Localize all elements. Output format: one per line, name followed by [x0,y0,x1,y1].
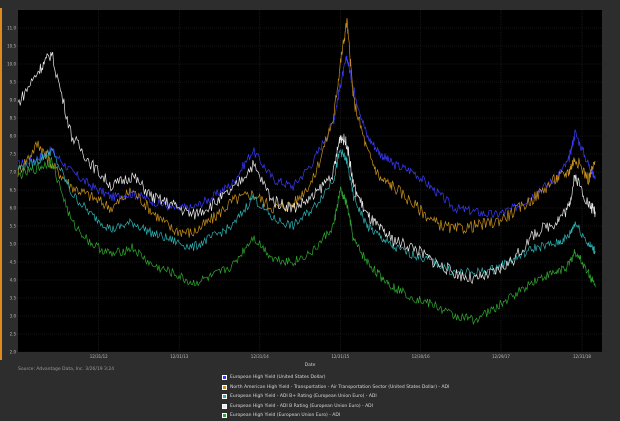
y-tick-label: 4.0 [10,278,17,283]
y-tick-label: 5.0 [10,242,17,247]
line-chart: 2.0 2.5 3.0 3.5 4.0 4.5 5.0 5.5 6.0 6.5 7.0 7.5 8.0 8… [7,10,602,359]
y-tick-label: 2.0 [10,350,17,355]
y-tick-label: 6.5 [10,188,17,193]
y-axis-ticks: 2.0 2.5 3.0 3.5 4.0 4.5 5.0 5.5 6.0 6.5 7.0 7.5 8.0 8… [7,26,16,355]
x-tick-label: 12/31/15 [331,354,349,359]
y-tick-label: 3.5 [10,296,17,301]
chart-window: 2.0 2.5 3.0 3.5 4.0 4.5 5.0 5.5 6.0 6.5 7.0 7.5 8.0 8… [0,0,620,420]
x-tick-label: 12/30/16 [412,354,430,359]
y-tick-label: 9.5 [10,80,17,85]
legend-label: North American High Yield - Transportati… [230,384,450,390]
y-tick-label: 8.0 [10,134,17,139]
x-tick-label: 12/29/17 [492,354,510,359]
x-tick-label: 12/31/18 [573,354,591,359]
x-axis-ticks: 12/31/12 12/31/13 12/31/14 12/31/15 12/30/16… [90,354,592,359]
y-tick-label: 11.0 [7,26,16,31]
y-tick-label: 10.5 [7,44,16,49]
legend: European High Yield (United States Dolla… [222,373,449,421]
y-tick-label: 8.5 [10,116,17,121]
legend-item[interactable]: European High Yield - ADI B Rating (Euro… [222,402,449,412]
y-tick-label: 3.0 [10,314,17,319]
legend-label: European High Yield (United States Dolla… [230,375,326,381]
x-tick-label: 12/31/12 [90,354,108,359]
legend-item[interactable]: European High Yield - ADI B+ Rating (Eur… [222,392,449,402]
y-tick-label: 7.5 [10,152,17,157]
plot-area [18,10,602,352]
legend-label: European High Yield (European Union Euro… [230,413,341,419]
legend-item[interactable]: European High Yield (European Union Euro… [222,411,449,421]
y-tick-label: 10.0 [7,62,16,67]
legend-swatch [222,413,227,419]
legend-swatch [222,375,227,381]
source-note: Source: Advantage Data, Inc. 3/26/19 3:2… [18,367,115,372]
legend-item[interactable]: European High Yield (United States Dolla… [222,373,449,383]
y-tick-label: 9.0 [10,98,17,103]
legend-item[interactable]: North American High Yield - Transportati… [222,383,449,393]
y-tick-label: 6.0 [10,206,17,211]
x-tick-label: 12/31/14 [251,354,269,359]
y-tick-label: 5.5 [10,224,17,229]
x-tick-label: 12/31/13 [170,354,188,359]
y-tick-label: 2.5 [10,332,17,337]
y-tick-label: 7.0 [10,170,17,175]
legend-label: European High Yield - ADI B Rating (Euro… [230,403,373,409]
legend-label: European High Yield - ADI B+ Rating (Eur… [230,394,377,400]
legend-swatch [222,403,227,409]
legend-swatch [222,394,227,400]
legend-swatch [222,384,227,390]
y-tick-label: 4.5 [10,260,17,265]
